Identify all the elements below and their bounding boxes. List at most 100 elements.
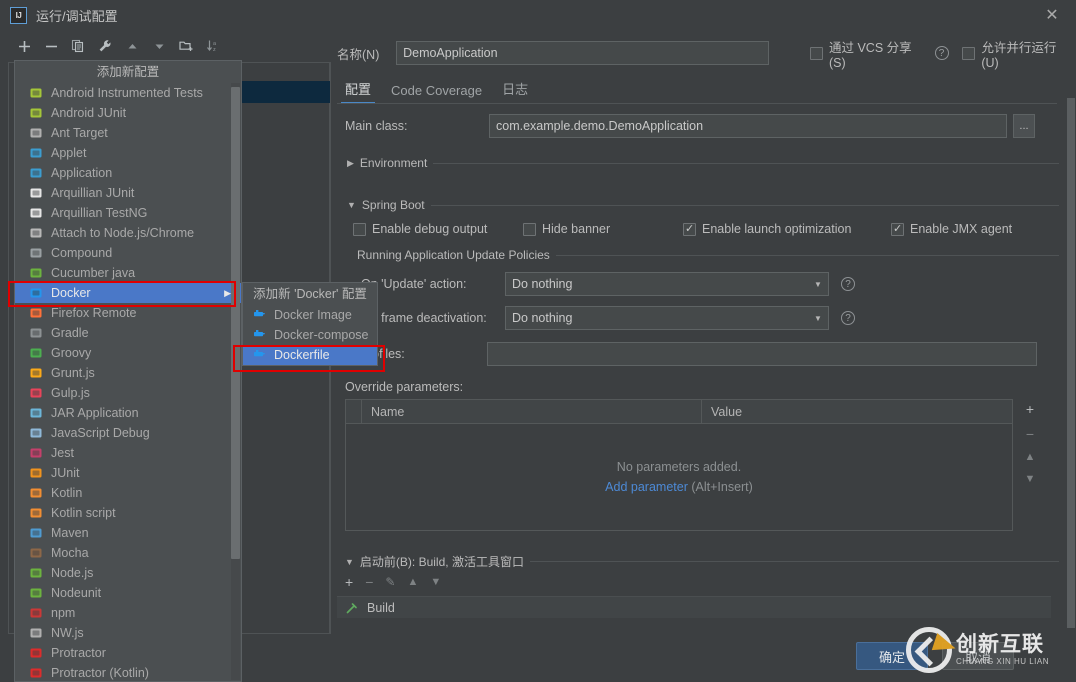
move-down-button[interactable] — [147, 35, 171, 57]
tab-configuration[interactable]: 配置 — [345, 79, 371, 104]
table-header-value[interactable]: Value — [702, 400, 742, 423]
hide-banner-checkbox[interactable]: Hide banner — [523, 222, 683, 236]
config-type-item[interactable]: Grunt.js — [15, 363, 241, 383]
table-move-down-button[interactable]: ▼ — [1025, 474, 1036, 485]
environment-label: Environment — [360, 156, 427, 170]
docker-submenu-title: 添加新 'Docker' 配置 — [243, 283, 377, 305]
config-type-item[interactable]: Docker▶ — [15, 283, 241, 303]
on-frame-deactivation-select[interactable]: Do nothing ▼ — [505, 306, 829, 330]
update-policies-label: Running Application Update Policies — [357, 248, 550, 262]
sort-az-icon[interactable]: a z — [201, 35, 225, 57]
docker-submenu-item[interactable]: Docker-compose — [243, 325, 377, 345]
config-type-item[interactable]: Nodeunit — [15, 583, 241, 603]
config-type-label: Attach to Node.js/Chrome — [51, 226, 194, 240]
config-type-item[interactable]: Cucumber java — [15, 263, 241, 283]
dialog-footer: 确定 取消 创新互联 CHUANG XIN HU LIAN — [0, 634, 1076, 682]
config-type-item[interactable]: JavaScript Debug — [15, 423, 241, 443]
android-icon — [28, 105, 44, 121]
table-add-row: Add parameter (Alt+Insert) — [605, 480, 753, 494]
before-launch-move-down-button[interactable]: ▼ — [430, 577, 441, 588]
active-profiles-input[interactable] — [487, 342, 1037, 366]
share-via-vcs-checkbox[interactable]: 通过 VCS 分享(S) — [810, 37, 927, 70]
nodejs-attach-icon — [28, 225, 44, 241]
enable-launch-optimization-checkbox[interactable]: Enable launch optimization — [683, 222, 891, 236]
enable-debug-output-checkbox[interactable]: Enable debug output — [353, 222, 523, 236]
browse-main-class-button[interactable]: ... — [1013, 114, 1035, 138]
remove-configuration-button[interactable] — [39, 35, 63, 57]
tab-logs[interactable]: 日志 — [502, 79, 528, 104]
docker-submenu-item[interactable]: Dockerfile — [243, 345, 377, 365]
copy-configuration-icon[interactable] — [66, 35, 90, 57]
config-type-item[interactable]: Kotlin — [15, 483, 241, 503]
table-move-up-button[interactable]: ▲ — [1025, 452, 1036, 463]
before-launch-move-up-button[interactable]: ▲ — [407, 577, 418, 588]
share-via-vcs-label: 通过 VCS 分享(S) — [829, 37, 927, 70]
popup-scrollbar-thumb[interactable] — [231, 87, 240, 559]
config-type-item[interactable]: Arquillian TestNG — [15, 203, 241, 223]
config-type-item[interactable]: Maven — [15, 523, 241, 543]
config-type-item[interactable]: Gradle — [15, 323, 241, 343]
configuration-type-list[interactable]: Android Instrumented TestsAndroid JUnitA… — [15, 83, 241, 682]
tree-selected-row[interactable] — [242, 81, 330, 103]
config-type-item[interactable]: npm — [15, 603, 241, 623]
config-type-item[interactable]: Kotlin script — [15, 503, 241, 523]
on-frame-deactivation-help-icon[interactable]: ? — [841, 311, 855, 325]
before-launch-section[interactable]: ▼ 启动前(B): Build, 激活工具窗口 — [337, 553, 1059, 570]
config-type-item[interactable]: Ant Target — [15, 123, 241, 143]
table-header-name[interactable]: Name — [362, 400, 702, 423]
jest-icon — [28, 445, 44, 461]
on-update-action-select[interactable]: Do nothing ▼ — [505, 272, 829, 296]
add-configuration-button[interactable] — [12, 35, 36, 57]
override-parameters-table[interactable]: Name Value No parameters added. Add para… — [345, 399, 1013, 531]
config-type-item[interactable]: Applet — [15, 143, 241, 163]
allow-parallel-run-checkbox[interactable]: 允许并行运行(U) — [962, 37, 1072, 70]
cancel-button[interactable]: 取消 — [942, 642, 1014, 670]
nodeunit-icon — [28, 585, 44, 601]
wrench-icon[interactable] — [93, 35, 117, 57]
arquillian-icon — [28, 205, 44, 221]
add-configuration-popup-title: 添加新配置 — [15, 61, 241, 83]
config-type-item[interactable]: Compound — [15, 243, 241, 263]
before-launch-task-row[interactable]: Build — [337, 596, 1051, 618]
config-type-item[interactable]: Jest — [15, 443, 241, 463]
before-launch-remove-button[interactable]: − — [365, 575, 373, 589]
config-type-item[interactable]: JUnit — [15, 463, 241, 483]
on-update-action-help-icon[interactable]: ? — [841, 277, 855, 291]
config-type-item[interactable]: Firefox Remote — [15, 303, 241, 323]
config-type-item[interactable]: JAR Application — [15, 403, 241, 423]
table-remove-button[interactable]: − — [1026, 427, 1034, 441]
configurations-toolbar: a z — [0, 32, 330, 60]
before-launch-add-button[interactable]: + — [345, 575, 353, 589]
config-type-item[interactable]: Arquillian JUnit — [15, 183, 241, 203]
config-type-item[interactable]: Application — [15, 163, 241, 183]
before-launch-edit-button[interactable]: ✎ — [385, 576, 395, 588]
tab-code-coverage[interactable]: Code Coverage — [391, 83, 482, 104]
configuration-tabs: 配置 Code Coverage 日志 — [337, 76, 1072, 104]
config-type-item[interactable]: Android Instrumented Tests — [15, 83, 241, 103]
main-class-input[interactable] — [489, 114, 1007, 138]
config-type-item[interactable]: Mocha — [15, 543, 241, 563]
add-parameter-link[interactable]: Add parameter — [605, 480, 688, 494]
configuration-name-input[interactable] — [396, 41, 769, 65]
add-parameter-shortcut: (Alt+Insert) — [691, 480, 752, 494]
config-type-item[interactable]: Node.js — [15, 563, 241, 583]
table-add-button[interactable]: + — [1026, 402, 1034, 416]
ok-button[interactable]: 确定 — [856, 642, 928, 670]
run-debug-configurations-dialog: 运行/调试配置 ✕ — [0, 0, 1076, 682]
close-icon[interactable]: ✕ — [1042, 6, 1062, 26]
config-type-item[interactable]: Gulp.js — [15, 383, 241, 403]
enable-jmx-agent-checkbox[interactable]: Enable JMX agent — [891, 222, 1012, 236]
environment-section[interactable]: ▶ Environment — [337, 156, 1059, 170]
docker-submenu-list[interactable]: Docker ImageDocker-composeDockerfile — [243, 305, 377, 365]
config-type-label: Arquillian TestNG — [51, 206, 147, 220]
firefox-icon — [28, 305, 44, 321]
docker-submenu-item[interactable]: Docker Image — [243, 305, 377, 325]
spring-boot-section[interactable]: ▼ Spring Boot — [337, 198, 1059, 212]
new-folder-icon[interactable] — [174, 35, 198, 57]
share-via-vcs-help-icon[interactable]: ? — [935, 46, 949, 60]
config-type-item[interactable]: Groovy — [15, 343, 241, 363]
config-type-item[interactable]: Attach to Node.js/Chrome — [15, 223, 241, 243]
move-up-button[interactable] — [120, 35, 144, 57]
config-type-item[interactable]: Android JUnit — [15, 103, 241, 123]
detail-scrollbar-thumb[interactable] — [1067, 98, 1075, 628]
